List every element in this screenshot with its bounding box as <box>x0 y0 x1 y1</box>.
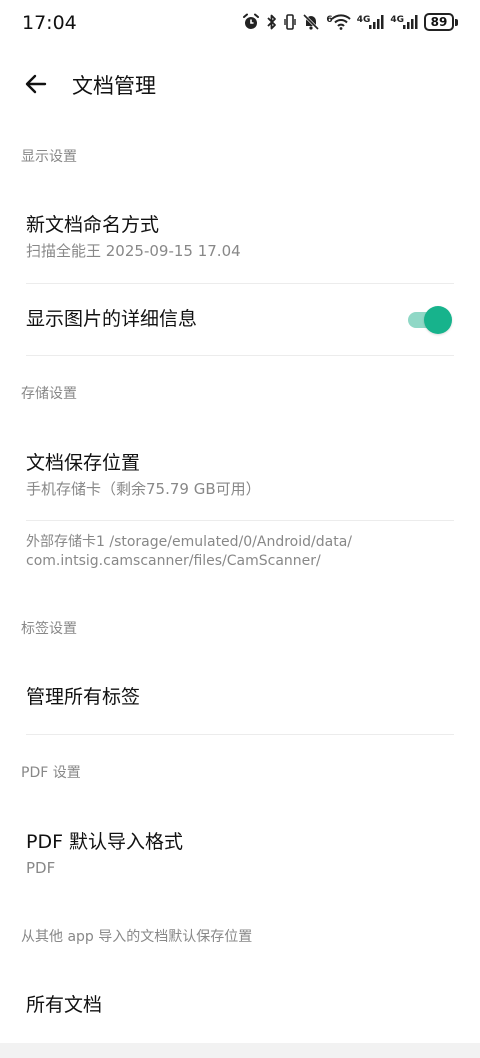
section-header-storage: 存储设置 <box>21 386 77 402</box>
signal-group-2: 4G <box>390 14 418 30</box>
signal-icon <box>403 15 418 29</box>
divider <box>26 520 454 521</box>
storage-path-line-2: com.intsig.camscanner/files/CamScanner/ <box>26 553 321 569</box>
storage-path: 外部存储卡1 /storage/emulated/0/Android/data/… <box>26 533 454 571</box>
network-label-1: 4G <box>356 15 371 25</box>
back-arrow-icon <box>25 74 47 94</box>
manage-tags-title: 管理所有标签 <box>26 686 141 708</box>
new-doc-naming-title: 新文档命名方式 <box>26 214 160 236</box>
network-label-2: 4G <box>390 15 404 25</box>
pdf-import-format-row[interactable]: PDF 默认导入格式 PDF <box>26 829 454 879</box>
doc-save-location-title: 文档保存位置 <box>26 452 141 474</box>
vibrate-icon <box>284 14 297 30</box>
page-title: 文档管理 <box>72 74 156 98</box>
divider <box>26 283 454 284</box>
divider <box>26 734 454 735</box>
status-icons: 6 4G 4G 89 <box>242 13 458 31</box>
show-image-details-toggle[interactable] <box>408 306 452 334</box>
wifi-icon <box>330 14 351 30</box>
signal-group-1: 4G <box>357 14 385 30</box>
manage-tags-row[interactable]: 管理所有标签 <box>26 684 454 710</box>
storage-path-line-1: 外部存储卡1 /storage/emulated/0/Android/data/ <box>26 534 352 550</box>
mute-icon <box>303 13 320 31</box>
app-bar: 文档管理 <box>0 60 480 108</box>
wifi-superscript: 6 <box>326 15 333 25</box>
all-documents-title: 所有文档 <box>26 994 103 1016</box>
all-documents-row[interactable]: 所有文档 <box>26 992 454 1018</box>
bluetooth-icon <box>267 14 277 30</box>
back-button[interactable] <box>22 70 50 98</box>
pdf-import-format-title: PDF 默认导入格式 <box>26 831 184 853</box>
section-header-tags: 标签设置 <box>21 621 77 637</box>
toggle-thumb <box>424 306 452 334</box>
section-header-import-location: 从其他 app 导入的文档默认保存位置 <box>21 929 253 945</box>
battery-icon: 89 <box>424 13 458 31</box>
pdf-import-format-value: PDF <box>26 859 56 877</box>
divider <box>26 355 454 356</box>
status-time: 17:04 <box>22 12 77 34</box>
battery-level: 89 <box>424 13 454 31</box>
wifi-group: 6 <box>326 14 351 30</box>
bottom-strip <box>0 1043 480 1058</box>
status-bar: 17:04 6 4G 4G 89 <box>0 0 480 48</box>
signal-icon <box>369 15 384 29</box>
new-doc-naming-value: 扫描全能王 2025-09-15 17.04 <box>26 242 241 260</box>
show-image-details-title: 显示图片的详细信息 <box>26 308 198 330</box>
show-image-details-row[interactable]: 显示图片的详细信息 <box>26 306 454 332</box>
screen: 17:04 6 4G 4G 89 文档管理 显示设置 新文档命名方式 扫描全能王… <box>0 0 480 1058</box>
section-header-display: 显示设置 <box>21 149 77 165</box>
section-header-pdf: PDF 设置 <box>21 765 81 781</box>
alarm-icon <box>243 13 260 29</box>
doc-save-location-value: 手机存储卡（剩余75.79 GB可用） <box>26 480 261 498</box>
new-doc-naming-row[interactable]: 新文档命名方式 扫描全能王 2025-09-15 17.04 <box>26 212 454 262</box>
battery-tip <box>455 18 458 26</box>
doc-save-location-row[interactable]: 文档保存位置 手机存储卡（剩余75.79 GB可用） <box>26 450 454 500</box>
